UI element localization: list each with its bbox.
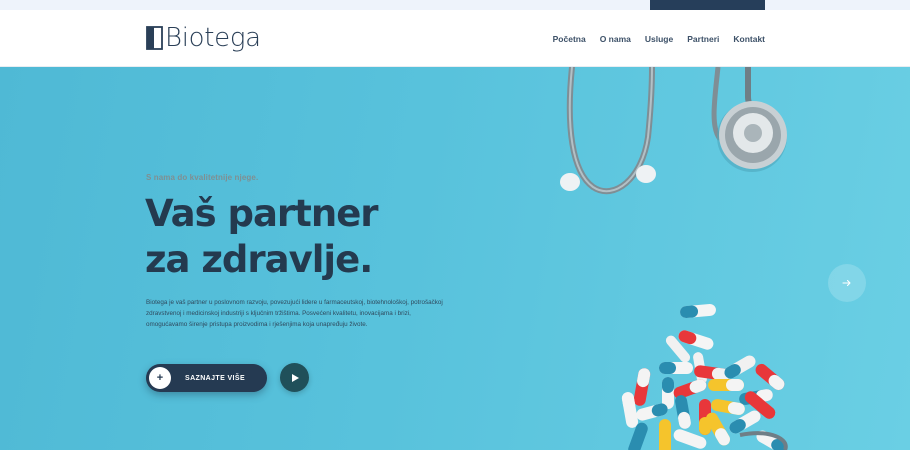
hero-headline-line2: za zdravlje. bbox=[145, 238, 373, 281]
logo-text: Biotega bbox=[165, 23, 261, 53]
play-icon bbox=[291, 373, 299, 382]
main-nav: Početna O nama Usluge Partneri Kontakt bbox=[553, 34, 765, 44]
hero-headline: Vaš partner za zdravlje. bbox=[145, 191, 379, 283]
stethoscope-image bbox=[560, 67, 787, 195]
nav-item-kontakt[interactable]: Kontakt bbox=[733, 34, 765, 44]
nav-item-partneri[interactable]: Partneri bbox=[687, 34, 719, 44]
arrow-right-icon bbox=[842, 279, 851, 287]
nav-item-pocetna[interactable]: Početna bbox=[553, 34, 586, 44]
top-bar bbox=[0, 0, 910, 10]
nav-item-o-nama[interactable]: O nama bbox=[600, 34, 631, 44]
hero-tagline: S nama do kvalitetnije njege. bbox=[146, 173, 259, 182]
learn-more-label: SAZNAJTE VIŠE bbox=[185, 374, 246, 382]
hero-illustration bbox=[560, 67, 788, 450]
site-header: Biotega Početna O nama Usluge Partneri K… bbox=[0, 10, 910, 67]
learn-more-button[interactable]: + SAZNAJTE VIŠE bbox=[146, 364, 267, 392]
plus-icon: + bbox=[149, 367, 171, 389]
play-video-button[interactable] bbox=[280, 363, 309, 392]
top-bar-accent bbox=[650, 0, 765, 10]
slider-next-button[interactable] bbox=[828, 264, 866, 302]
hero-description: Biotega je vaš partner u poslovnom razvo… bbox=[146, 299, 443, 329]
hero-section: S nama do kvalitetnije njege. Vaš partne… bbox=[0, 67, 910, 450]
pills-image bbox=[621, 303, 788, 450]
logo[interactable]: Biotega bbox=[146, 23, 261, 53]
logo-mark-icon bbox=[146, 26, 163, 50]
hero-headline-line1: Vaš partner bbox=[145, 192, 379, 235]
nav-item-usluge[interactable]: Usluge bbox=[645, 34, 673, 44]
